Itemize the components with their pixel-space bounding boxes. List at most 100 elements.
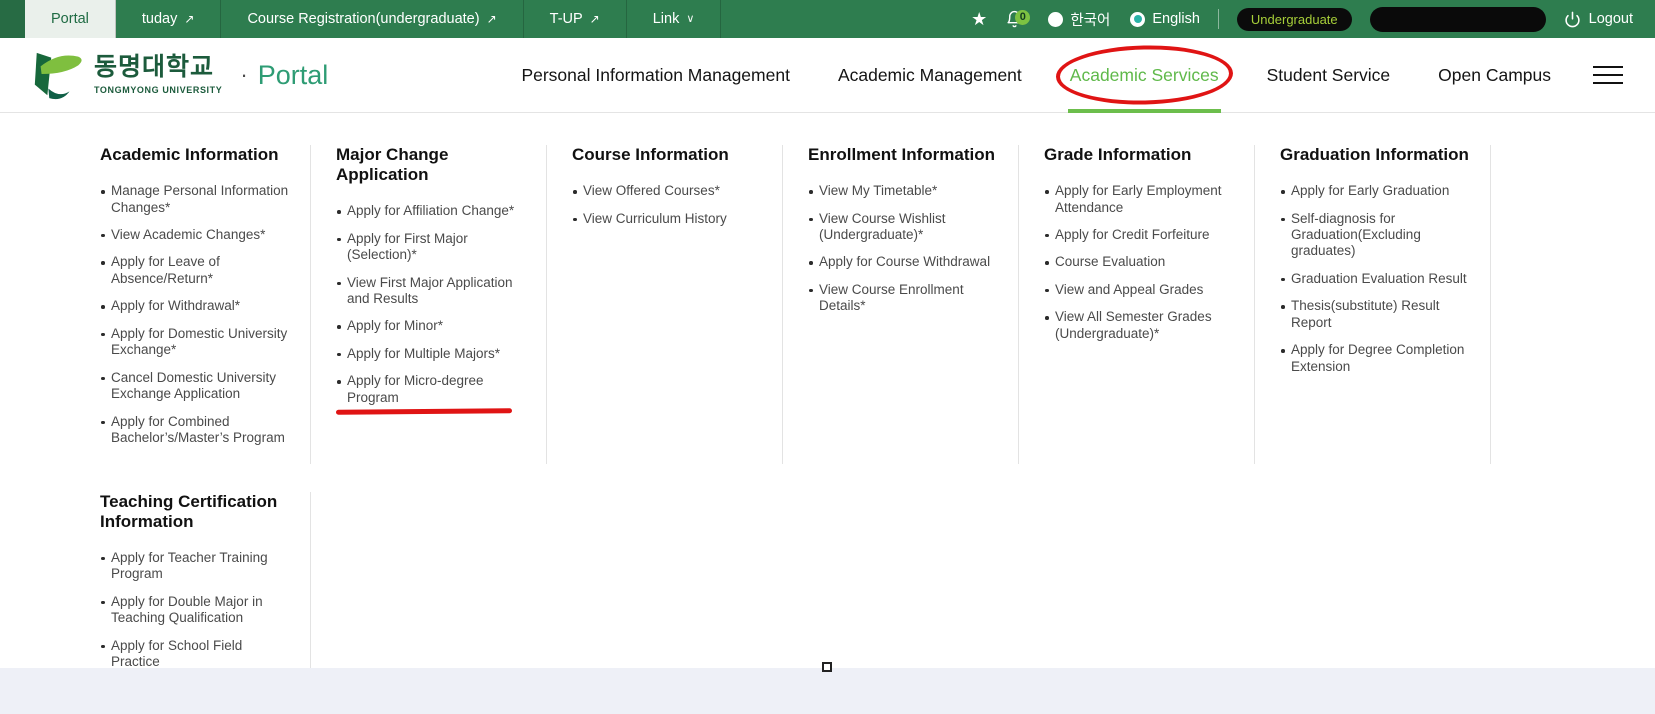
tab-label: T-UP <box>550 11 583 27</box>
menu-item-apply-for-teacher-training-program[interactable]: Apply for Teacher Training Program <box>100 550 294 583</box>
topbar: Portaltuday↗Course Registration(undergra… <box>0 0 1655 38</box>
menu-item-apply-for-course-withdrawal[interactable]: Apply for Course Withdrawal <box>808 254 1002 270</box>
university-name-korean: 동명대학교 <box>94 55 222 80</box>
menu-column-title: Teaching Certification Information <box>100 492 294 532</box>
menu-item-view-course-enrollment-details[interactable]: View Course Enrollment Details* <box>808 282 1002 315</box>
menu-item-apply-for-minor[interactable]: Apply for Minor* <box>336 318 530 334</box>
external-link-icon: ↗ <box>590 13 600 25</box>
notification-count-badge: 0 <box>1015 10 1030 25</box>
menu-column-title: Grade Information <box>1044 145 1238 165</box>
menu-list: Apply for Early Graduation Self-diagnosis… <box>1280 183 1474 375</box>
university-brand[interactable]: 동명대학교 TONGMYONG UNIVERSITY · Portal <box>0 38 328 112</box>
menu-column-academic-information: Academic Information Manage Personal Info… <box>75 145 311 464</box>
nav-item-student-service[interactable]: Student Service <box>1267 38 1391 112</box>
menu-item-apply-for-leave-of-absence-return[interactable]: Apply for Leave of Absence/Return* <box>100 254 294 287</box>
megamenu-row-1: Academic Information Manage Personal Info… <box>75 113 1655 464</box>
menu-list: Apply for Affiliation Change* Apply for F… <box>336 203 530 406</box>
nav-item-personal-information-management[interactable]: Personal Information Management <box>521 38 789 112</box>
radio-icon <box>1130 12 1145 27</box>
menu-item-cancel-domestic-university-exchange-application[interactable]: Cancel Domestic University Exchange Appl… <box>100 370 294 403</box>
menu-column-title: Academic Information <box>100 145 294 165</box>
menu-item-view-course-wishlist-undergraduate[interactable]: View Course Wishlist (Undergraduate)* <box>808 211 1002 244</box>
menu-item-course-evaluation[interactable]: Course Evaluation <box>1044 254 1238 270</box>
notification-bell[interactable]: 0 <box>1005 10 1024 29</box>
tab-label: Portal <box>51 11 89 27</box>
small-square-marker <box>822 662 832 672</box>
hamburger-menu-icon[interactable] <box>1593 38 1623 112</box>
menu-item-view-and-appeal-grades[interactable]: View and Appeal Grades <box>1044 282 1238 298</box>
menu-column-title: Enrollment Information <box>808 145 1002 165</box>
language-option-한국어[interactable]: 한국어 <box>1048 9 1110 30</box>
topbar-tab-course-registration-undergraduate[interactable]: Course Registration(undergraduate) ↗ <box>221 0 523 38</box>
nav-label: Open Campus <box>1438 65 1551 86</box>
menu-column-grade-information: Grade Information Apply for Early Employm… <box>1019 145 1255 464</box>
tab-label: tuday <box>142 11 177 27</box>
language-switcher: 한국어 English <box>1048 9 1200 30</box>
topbar-tab-link[interactable]: Link∨ <box>627 0 722 38</box>
language-label: English <box>1152 11 1200 27</box>
menu-item-view-academic-changes[interactable]: View Academic Changes* <box>100 227 294 243</box>
menu-item-thesis-substitute-result-report[interactable]: Thesis(substitute) Result Report <box>1280 298 1474 331</box>
academic-services-megamenu: Academic Information Manage Personal Info… <box>0 113 1655 668</box>
menu-item-view-offered-courses[interactable]: View Offered Courses* <box>572 183 766 199</box>
tab-label: Course Registration(undergraduate) <box>247 11 479 27</box>
menu-item-view-my-timetable[interactable]: View My Timetable* <box>808 183 1002 199</box>
menu-item-apply-for-early-graduation[interactable]: Apply for Early Graduation <box>1280 183 1474 199</box>
menu-item-self-diagnosis-for-graduation-excluding-graduates[interactable]: Self-diagnosis for Graduation(Excluding … <box>1280 211 1474 260</box>
menu-column-course-information: Course InformationView Offered Courses*V… <box>547 145 783 464</box>
active-tab-underline <box>1068 109 1221 113</box>
menu-item-apply-for-first-major-selection[interactable]: Apply for First Major (Selection)* <box>336 231 530 264</box>
favorite-star-icon[interactable]: ★ <box>971 10 987 28</box>
topbar-tab-t-up[interactable]: T-UP ↗ <box>524 0 627 38</box>
nav-item-academic-services[interactable]: Academic Services <box>1070 38 1219 112</box>
topbar-tab-tuday[interactable]: tuday↗ <box>116 0 222 38</box>
portal-title: · Portal <box>240 60 328 91</box>
menu-item-view-curriculum-history[interactable]: View Curriculum History <box>572 211 766 227</box>
menu-list: Apply for Early Employment Attendance App… <box>1044 183 1238 342</box>
menu-list: Manage Personal Information Changes* View… <box>100 183 294 447</box>
main-navigation: Personal Information Management Academic … <box>521 38 1551 112</box>
menu-item-view-all-semester-grades-undergraduate[interactable]: View All Semester Grades (Undergraduate)… <box>1044 309 1238 342</box>
menu-item-apply-for-combined-bachelor-s-master-s-program[interactable]: Apply for Combined Bachelor’s/Master’s P… <box>100 414 294 447</box>
menu-item-manage-personal-information-changes[interactable]: Manage Personal Information Changes* <box>100 183 294 216</box>
radio-icon <box>1048 12 1063 27</box>
separator-dot: · <box>240 62 247 88</box>
logout-label: Logout <box>1589 11 1633 27</box>
university-logo-icon <box>30 49 84 101</box>
language-label: 한국어 <box>1070 9 1110 30</box>
footer-strip <box>0 668 1655 714</box>
menu-list: View Offered Courses* View Curriculum His… <box>572 183 766 227</box>
menu-column-title: Graduation Information <box>1280 145 1474 165</box>
nav-label: Academic Services <box>1070 65 1219 86</box>
menu-column-title: Major Change Application <box>336 145 530 185</box>
menu-item-apply-for-domestic-university-exchange[interactable]: Apply for Domestic University Exchange* <box>100 326 294 359</box>
nav-item-academic-management[interactable]: Academic Management <box>838 38 1022 112</box>
menu-list: View My Timetable* View Course Wishlist (… <box>808 183 1002 315</box>
chevron-down-icon: ∨ <box>686 14 694 25</box>
topbar-tabs: Portaltuday↗Course Registration(undergra… <box>25 0 721 38</box>
nav-label: Personal Information Management <box>521 65 789 86</box>
menu-item-apply-for-credit-forfeiture[interactable]: Apply for Credit Forfeiture <box>1044 227 1238 243</box>
menu-item-apply-for-multiple-majors[interactable]: Apply for Multiple Majors* <box>336 346 530 362</box>
menu-item-apply-for-early-employment-attendance[interactable]: Apply for Early Employment Attendance <box>1044 183 1238 216</box>
menu-item-graduation-evaluation-result[interactable]: Graduation Evaluation Result <box>1280 271 1474 287</box>
redacted-username <box>1370 7 1546 32</box>
menu-item-apply-for-school-field-practice[interactable]: Apply for School Field Practice <box>100 638 294 668</box>
topbar-tab-portal[interactable]: Portal <box>25 0 116 38</box>
menu-item-apply-for-withdrawal[interactable]: Apply for Withdrawal* <box>100 298 294 314</box>
menu-item-view-first-major-application-and-results[interactable]: View First Major Application and Results <box>336 275 530 308</box>
menu-item-apply-for-affiliation-change[interactable]: Apply for Affiliation Change* <box>336 203 530 219</box>
university-name-english: TONGMYONG UNIVERSITY <box>94 85 222 95</box>
topbar-divider <box>1218 9 1219 29</box>
language-option-english[interactable]: English <box>1130 11 1200 27</box>
header: 동명대학교 TONGMYONG UNIVERSITY · Portal Pers… <box>0 38 1655 113</box>
topbar-left-edge <box>0 0 25 38</box>
menu-item-apply-for-micro-degree-program[interactable]: Apply for Micro-degree Program <box>336 373 530 406</box>
nav-item-open-campus[interactable]: Open Campus <box>1438 38 1551 112</box>
external-link-icon: ↗ <box>487 13 497 25</box>
menu-item-apply-for-double-major-in-teaching-qualification[interactable]: Apply for Double Major in Teaching Quali… <box>100 594 294 627</box>
logout-button[interactable]: Logout <box>1564 11 1633 28</box>
brand-text: 동명대학교 TONGMYONG UNIVERSITY <box>94 55 222 95</box>
menu-item-apply-for-degree-completion-extension[interactable]: Apply for Degree Completion Extension <box>1280 342 1474 375</box>
topbar-right: ★ 0 한국어English Undergraduate Logout <box>971 0 1655 38</box>
